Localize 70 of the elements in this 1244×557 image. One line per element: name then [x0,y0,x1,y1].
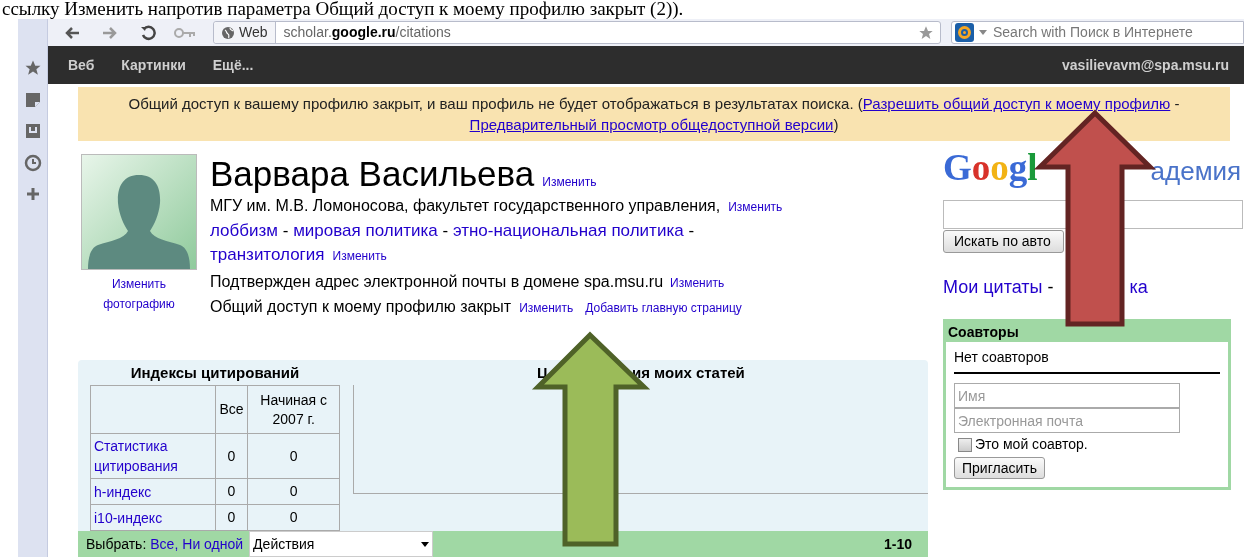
change-photo-link[interactable]: Изменить фотографию [99,274,179,314]
page-range: 1-10 [883,534,912,554]
logo[interactable]: Googl [943,148,1038,188]
add-homepage-link[interactable]: Добавить главную страницу [585,296,742,320]
panel-title: Соавторы [946,322,1228,342]
dropdown-caret-icon[interactable] [979,30,987,35]
star-icon[interactable] [23,59,42,77]
interest-link[interactable]: мировая политика [293,221,438,240]
logo-text[interactable]: адемия [1150,155,1242,187]
actions-dropdown[interactable]: Действия [249,531,434,557]
interest-link[interactable]: этно-национальная политика [452,221,684,240]
email-field[interactable]: Электронная почта [954,408,1180,433]
section-title: Индексы цитирований [129,363,301,383]
email-verified-text: Подтвержден адрес электронной почты в домене spa.msu.ru [210,272,664,292]
select-link[interactable]: Ни одной [182,533,244,555]
clock-icon[interactable] [23,154,42,172]
table-cell: 0 [247,433,340,479]
search-button[interactable]: Искать по авто [943,230,1064,253]
edit-link[interactable]: Изменить [670,271,725,295]
sharing-status-text: Общий доступ к моему профилю закрыт [210,297,512,317]
url-text: scholar.google.ru/citations [283,23,452,42]
column-header: Все [215,385,248,434]
interest-link[interactable]: транзитология [210,245,325,264]
caret-icon [421,541,430,547]
nav-link[interactable]: Картинки [121,54,186,76]
checkbox[interactable] [958,437,972,452]
edit-link[interactable]: Изменить [542,170,597,194]
separator-text: - [688,221,695,240]
separator-text: - [282,221,289,240]
tray-icon[interactable] [24,123,41,139]
back-icon[interactable] [64,25,80,40]
forward-icon[interactable] [102,25,118,40]
checkbox-label: Это мой соавтор. [975,435,1088,454]
nav-link[interactable]: Ещё... [212,54,254,76]
invite-button[interactable]: Пригласить [954,457,1045,479]
address-field[interactable]: Web scholar.google.ru/citations [213,21,941,44]
edit-link[interactable]: Изменить [332,249,387,263]
reload-icon[interactable] [140,24,156,41]
search-field[interactable]: Search with Поиск в Интернете [951,21,1244,44]
nav-link[interactable]: Веб [68,54,95,76]
affiliation-text: МГУ им. М.В. Ломоносова, факультет государственного управления, [210,196,721,216]
column-header: Начиная с 2007 г. [247,385,340,434]
separator-text: - [442,221,449,240]
banner-link[interactable]: Предварительный просмотр общедоступной версии [469,116,834,133]
edit-link[interactable]: Изменить [728,195,783,219]
select-label: Выбрать: [86,534,147,554]
account-email: vasilievavm@spa.msu.ru [1062,55,1229,75]
edit-link[interactable]: Изменить [519,296,574,320]
empty-note: Нет соавторов [954,342,1220,374]
select-link[interactable]: Все, [150,533,179,555]
table-cell: 0 [247,478,340,505]
separator-text: - [1047,276,1054,299]
table-cell: 0 [215,478,248,505]
nav-link[interactable]: ка [1129,274,1148,301]
document-text: ссылку Изменить напротив параметра Общий доступ к моему профилю закрыт (2)). [1,0,685,19]
globe-icon [221,25,235,40]
profile-name: Варвара Васильева [210,154,535,194]
search-input[interactable]: Search with Поиск в Интернете [993,22,1243,43]
interest-link[interactable]: лоббизм [210,221,279,240]
banner-link[interactable]: Разрешить общий доступ к моему профилю [862,95,1171,112]
table-cell: 0 [247,504,340,531]
name-field[interactable]: Имя [954,383,1180,408]
privacy-notice: Общий доступ к вашему профилю закрыт, и ваш профиль не будет отображаться в результатах поиска. (Разрешить общий доступ к моему профилю - Предварительный просмотр общедоступной версии) [78,87,1230,141]
table-cell: 0 [215,433,248,479]
bookmark-star-icon[interactable] [918,24,934,41]
site-chip[interactable]: Web [214,22,276,43]
plus-icon[interactable] [25,187,40,201]
table-cell: 0 [215,504,248,531]
my-citations-link[interactable]: Мои цитаты [943,274,1043,301]
note-icon[interactable] [24,92,41,108]
